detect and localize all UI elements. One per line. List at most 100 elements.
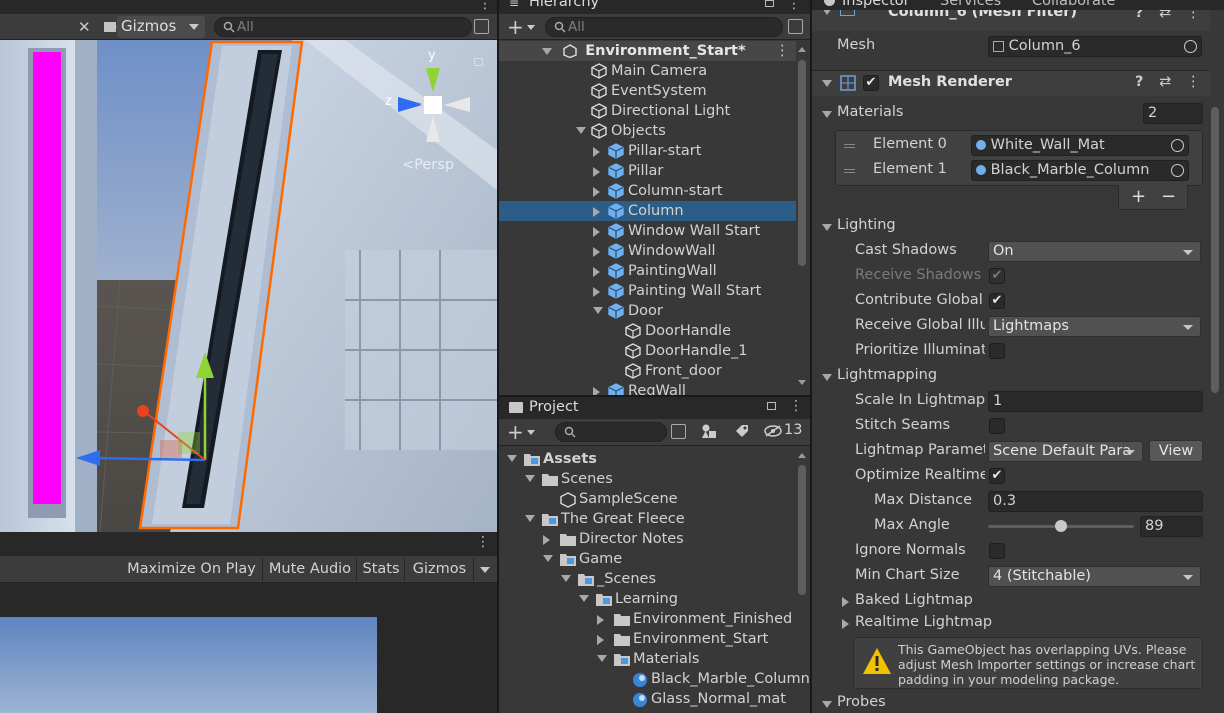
hierarchy-item[interactable]: ReqWall bbox=[499, 381, 796, 395]
chevron-down-icon[interactable] bbox=[527, 25, 535, 30]
lock-icon[interactable] bbox=[767, 402, 776, 410]
stats-button[interactable]: Stats bbox=[358, 558, 405, 581]
scene-view[interactable]: ✕ Gizmos All ⋮ y z <Persp bbox=[0, 0, 497, 532]
scroll-down-icon[interactable] bbox=[798, 380, 806, 385]
divider[interactable] bbox=[497, 0, 499, 713]
project-item[interactable]: Assets bbox=[499, 449, 796, 469]
hierarchy-item[interactable]: Directional Light bbox=[499, 101, 796, 121]
object-picker-icon[interactable] bbox=[1184, 40, 1197, 53]
maximize-on-play-button[interactable]: Maximize On Play bbox=[121, 558, 263, 581]
element-0-field[interactable]: White_Wall_Mat bbox=[971, 135, 1189, 156]
collapsed-arrow-icon[interactable] bbox=[597, 615, 604, 625]
project-item[interactable]: Black_Marble_Column bbox=[499, 669, 810, 689]
hierarchy-item[interactable]: WindowWall bbox=[499, 241, 796, 261]
hierarchy-search-input[interactable]: All bbox=[545, 17, 783, 37]
expand-arrow-icon[interactable] bbox=[842, 597, 849, 607]
max-angle-slider[interactable] bbox=[988, 517, 1134, 537]
add-icon[interactable]: + bbox=[507, 15, 524, 39]
view-button[interactable]: View bbox=[1149, 440, 1203, 462]
project-tab[interactable]: Project ⋮ bbox=[499, 397, 810, 419]
hierarchy-item[interactable]: Front_door bbox=[499, 361, 796, 381]
mesh-renderer-header[interactable]: ✔ Mesh Renderer ? ⇄ ⋮ bbox=[812, 70, 1210, 96]
divider[interactable] bbox=[810, 0, 812, 713]
inspector-scrollbar-thumb[interactable] bbox=[1211, 107, 1219, 393]
hidden-packages-icon[interactable] bbox=[764, 425, 782, 437]
drag-handle-icon[interactable] bbox=[844, 144, 855, 148]
project-item[interactable]: Environment_Start bbox=[499, 629, 796, 649]
collapsed-arrow-icon[interactable] bbox=[593, 267, 600, 277]
project-item[interactable]: Scenes bbox=[499, 469, 796, 489]
project-item[interactable]: Game bbox=[499, 549, 796, 569]
max-angle-field[interactable]: 89 bbox=[1140, 516, 1203, 537]
presets-icon[interactable]: ⇄ bbox=[1159, 74, 1171, 90]
hierarchy-item[interactable]: DoorHandle_1 bbox=[499, 341, 796, 361]
hierarchy-item[interactable]: EventSystem bbox=[499, 81, 796, 101]
hierarchy-item[interactable]: Pillar-start bbox=[499, 141, 796, 161]
more-icon[interactable]: ⋮ bbox=[478, 0, 492, 12]
collapsed-arrow-icon[interactable] bbox=[593, 287, 600, 297]
more-icon[interactable]: ⋮ bbox=[775, 41, 790, 61]
hierarchy-item[interactable]: Column-start bbox=[499, 181, 796, 201]
receive-gi-dropdown[interactable]: Lightmaps bbox=[988, 316, 1201, 337]
help-icon[interactable]: ? bbox=[1135, 74, 1143, 90]
more-icon[interactable]: ⋮ bbox=[1186, 74, 1201, 90]
lightmapping-foldout-icon[interactable] bbox=[822, 374, 832, 381]
chevron-down-icon[interactable] bbox=[527, 430, 535, 435]
project-item[interactable]: Glass_Normal_mat bbox=[499, 689, 796, 709]
expand-arrow-icon[interactable] bbox=[525, 515, 535, 522]
collapsed-arrow-icon[interactable] bbox=[593, 147, 600, 157]
element-1-field[interactable]: Black_Marble_Column bbox=[971, 160, 1189, 181]
persp-label[interactable]: <Persp bbox=[402, 157, 454, 173]
presets-icon[interactable]: ⇄ bbox=[1159, 10, 1171, 21]
expand-arrow-icon[interactable] bbox=[507, 455, 517, 462]
mute-audio-button[interactable]: Mute Audio bbox=[264, 558, 357, 581]
project-item[interactable]: Environment_Finished bbox=[499, 609, 796, 629]
hierarchy-item[interactable]: PaintingWall bbox=[499, 261, 796, 281]
game-gizmos-button[interactable]: Gizmos bbox=[406, 558, 474, 581]
materials-count-field[interactable]: 2 bbox=[1143, 103, 1203, 124]
scene-row[interactable]: Environment_Start* ⋮ bbox=[499, 41, 796, 61]
object-picker-icon[interactable] bbox=[1171, 139, 1184, 152]
expand-arrow-icon[interactable] bbox=[576, 127, 586, 134]
hierarchy-item[interactable]: Objects bbox=[499, 121, 796, 141]
baked-lightmap-foldout[interactable]: Baked Lightmap bbox=[855, 592, 973, 608]
more-icon[interactable]: ⋮ bbox=[787, 0, 801, 12]
hierarchy-tab[interactable]: ≡ Hierarchy ⋮ bbox=[499, 0, 810, 14]
scene-canvas[interactable] bbox=[0, 0, 497, 532]
tab-collaborate[interactable]: Collaborate bbox=[1032, 0, 1115, 9]
collapsed-arrow-icon[interactable] bbox=[593, 187, 600, 197]
probes-foldout-icon[interactable] bbox=[822, 701, 832, 708]
more-icon[interactable]: ⋮ bbox=[1186, 10, 1201, 21]
project-item[interactable]: Learning bbox=[499, 589, 796, 609]
collapsed-arrow-icon[interactable] bbox=[597, 635, 604, 645]
search-filter-icon[interactable] bbox=[788, 19, 803, 34]
expand-arrow-icon[interactable] bbox=[561, 575, 571, 582]
materials-foldout-icon[interactable] bbox=[822, 111, 832, 118]
project-search-input[interactable] bbox=[555, 422, 667, 442]
add-element-button[interactable]: + bbox=[1131, 186, 1146, 207]
more-icon[interactable]: ⋮ bbox=[789, 398, 803, 414]
more-icon[interactable]: ⋮ bbox=[476, 534, 490, 550]
label-tag-icon[interactable] bbox=[735, 424, 749, 438]
stitch-seams-checkbox[interactable] bbox=[989, 418, 1005, 434]
hierarchy-item[interactable]: Pillar bbox=[499, 161, 796, 181]
mesh-renderer-enabled-checkbox[interactable]: ✔ bbox=[863, 75, 879, 91]
expand-arrow-icon[interactable] bbox=[842, 619, 849, 629]
collapse-arrow-icon[interactable] bbox=[822, 80, 832, 87]
tab-inspector[interactable]: Inspector bbox=[842, 0, 910, 9]
collapsed-arrow-icon[interactable] bbox=[593, 247, 600, 257]
expand-arrow-icon[interactable] bbox=[597, 655, 607, 662]
add-icon[interactable]: + bbox=[507, 420, 524, 444]
project-item[interactable]: Director Notes bbox=[499, 529, 796, 549]
chevron-down-icon[interactable] bbox=[480, 567, 490, 573]
project-scrollbar-thumb[interactable] bbox=[798, 465, 806, 595]
hierarchy-item[interactable]: Door bbox=[499, 301, 796, 321]
material-element-0[interactable]: Element 0 White_Wall_Mat bbox=[836, 135, 1202, 157]
expand-arrow-icon[interactable] bbox=[593, 307, 603, 314]
hierarchy-item[interactable]: Column bbox=[499, 201, 796, 221]
prioritize-illumination-checkbox[interactable] bbox=[989, 343, 1005, 359]
collapsed-arrow-icon[interactable] bbox=[593, 207, 600, 217]
realtime-lightmap-foldout[interactable]: Realtime Lightmap bbox=[855, 614, 992, 630]
collapse-arrow-icon[interactable] bbox=[822, 10, 832, 15]
lock-icon[interactable] bbox=[765, 0, 774, 7]
